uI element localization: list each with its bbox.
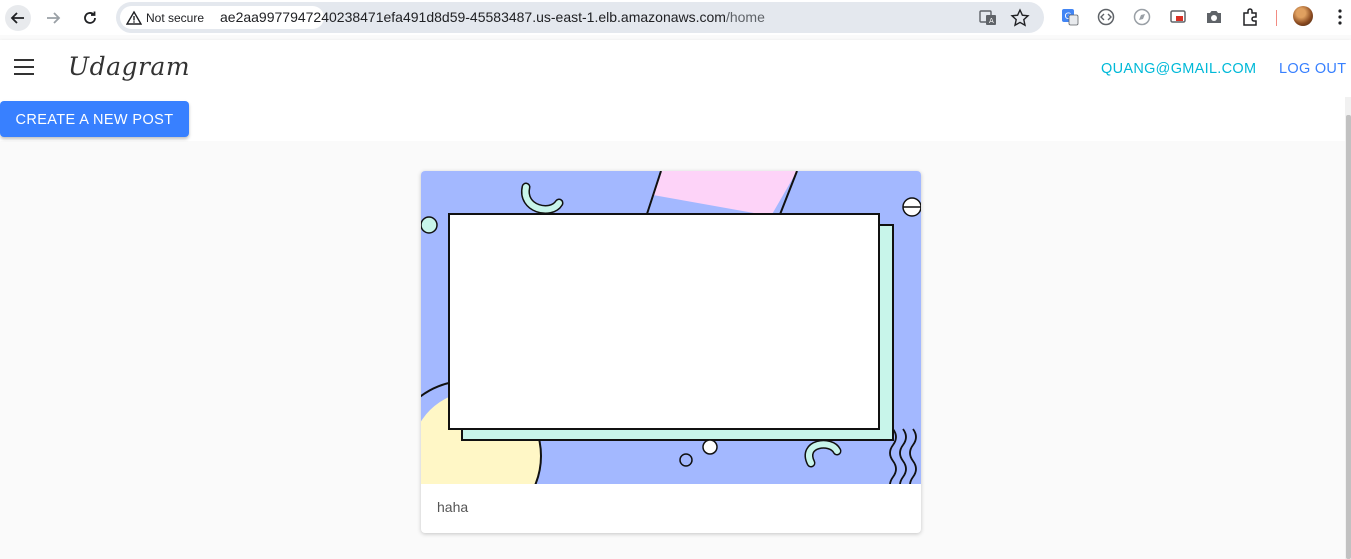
- screen-capture-extension-icon[interactable]: [1168, 7, 1188, 27]
- app-header: Udagram QUANG@GMAIL.COM LOG OUT: [0, 40, 1351, 97]
- forward-button[interactable]: [40, 5, 66, 31]
- camera-extension-icon[interactable]: [1204, 7, 1224, 27]
- back-arrow-icon: [10, 12, 24, 24]
- warning-icon: [126, 10, 142, 25]
- extensions-puzzle-icon[interactable]: [1240, 7, 1260, 27]
- url-host: ae2aa9977947240238471efa491d8d59-4558348…: [220, 9, 726, 25]
- toolbar-divider: [1276, 10, 1277, 26]
- hamburger-menu-icon[interactable]: [14, 59, 34, 77]
- user-email-link[interactable]: QUANG@GMAIL.COM: [1101, 61, 1256, 77]
- address-bar[interactable]: Not secure ae2aa9977947240238471efa491d8…: [116, 2, 1044, 33]
- compass-extension-icon[interactable]: [1132, 7, 1152, 27]
- forward-arrow-icon: [47, 12, 61, 24]
- scrollbar-thumb[interactable]: [1346, 115, 1351, 559]
- url-text[interactable]: ae2aa9977947240238471efa491d8d59-4558348…: [220, 9, 765, 25]
- translate-icon[interactable]: A: [978, 8, 998, 28]
- code-extension-icon[interactable]: [1096, 7, 1116, 27]
- url-path: /home: [725, 9, 765, 25]
- page-scrollbar[interactable]: [1345, 97, 1351, 559]
- back-button[interactable]: [5, 5, 31, 31]
- svg-text:A: A: [989, 17, 994, 25]
- post-caption: haha: [437, 499, 469, 515]
- star-icon[interactable]: [1010, 8, 1030, 28]
- post-card: haha: [421, 171, 921, 533]
- profile-avatar[interactable]: [1293, 6, 1313, 26]
- post-image: [421, 171, 921, 484]
- browser-toolbar: Not secure ae2aa9977947240238471efa491d8…: [0, 0, 1351, 35]
- google-translate-extension-icon[interactable]: G: [1060, 7, 1080, 27]
- action-bar: [0, 97, 1345, 141]
- reload-icon: [84, 11, 96, 24]
- logout-button[interactable]: LOG OUT: [1279, 61, 1346, 77]
- security-label: Not secure: [146, 10, 205, 25]
- create-post-button[interactable]: CREATE A NEW POST: [0, 101, 189, 137]
- brand-logo: Udagram: [68, 52, 191, 81]
- reload-button[interactable]: [77, 5, 103, 31]
- more-menu-icon[interactable]: [1330, 7, 1350, 27]
